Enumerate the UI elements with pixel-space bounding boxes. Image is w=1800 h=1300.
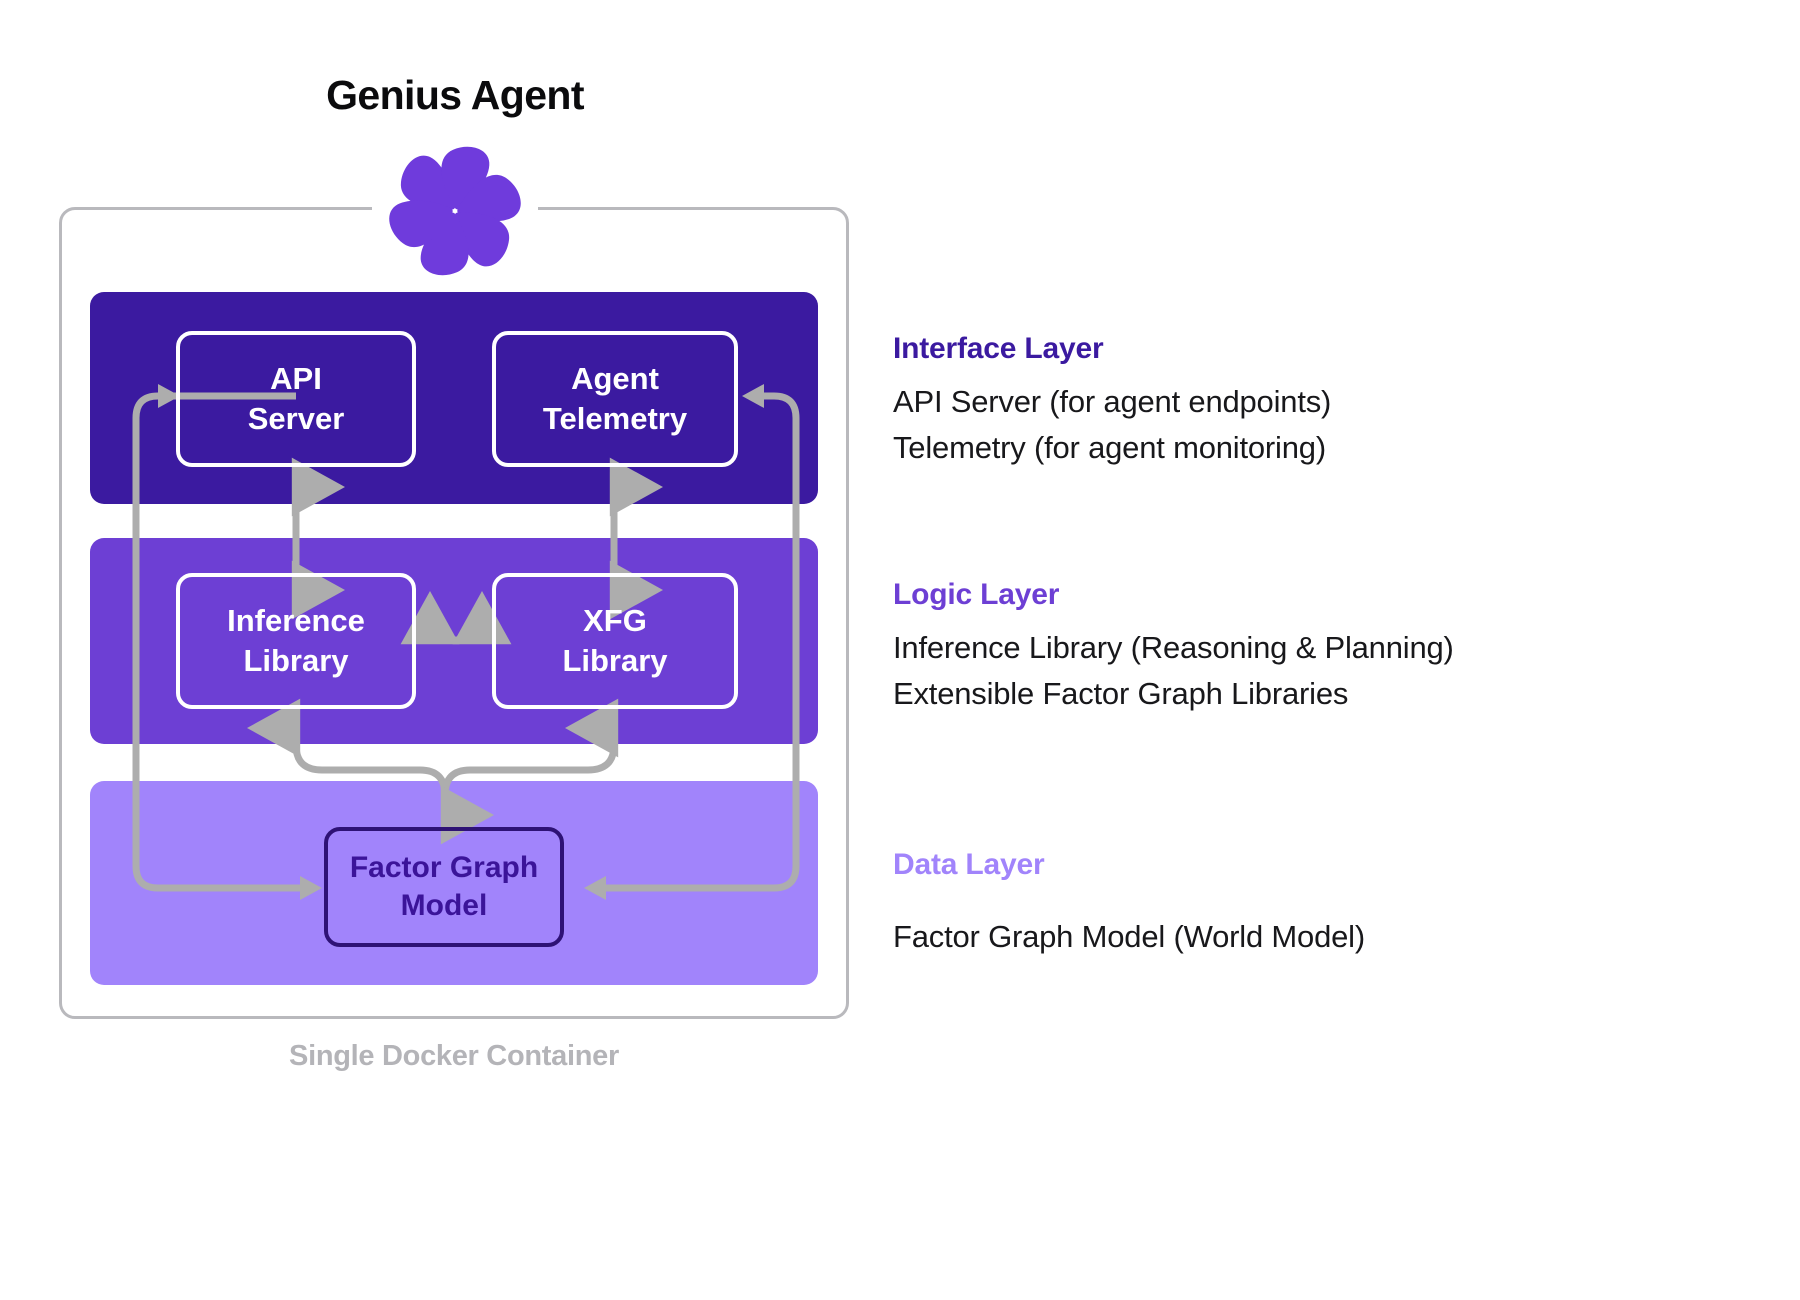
legend-interface-line2: Telemetry (for agent monitoring) xyxy=(893,429,1326,465)
node-factor-graph-model-line1: Factor Graph xyxy=(349,850,539,884)
legend-data-line1: Factor Graph Model (World Model) xyxy=(893,919,1365,954)
legend-title-data: Data Layer xyxy=(893,848,1045,881)
node-xfg-library-line1: XFG xyxy=(583,603,647,639)
legend-group-data: Data Layer Factor Graph Model (World Mod… xyxy=(893,848,1753,960)
genius-flower-logo-icon xyxy=(381,137,529,285)
legend-logic-line1: Inference Library (Reasoning & Planning) xyxy=(893,630,1454,665)
node-agent-telemetry-line1: Agent xyxy=(571,361,659,397)
legend-title-logic: Logic Layer xyxy=(893,578,1060,611)
legend-logic-line2: Extensible Factor Graph Libraries xyxy=(893,675,1349,711)
node-api-server[interactable]: API Server xyxy=(176,331,416,467)
node-factor-graph-model-line2: Model xyxy=(400,889,488,922)
node-xfg-library-line2: Library xyxy=(562,643,668,678)
node-factor-graph-model[interactable]: Factor Graph Model xyxy=(324,827,564,947)
legend-title-interface: Interface Layer xyxy=(893,332,1104,365)
legend-group-interface: Interface Layer API Server (for agent en… xyxy=(893,332,1753,470)
page-title: Genius Agent xyxy=(326,72,584,118)
node-inference-library[interactable]: Inference Library xyxy=(176,573,416,709)
node-api-server-line2: Server xyxy=(247,401,345,436)
docker-container-caption: Single Docker Container xyxy=(289,1040,619,1072)
node-inference-library-line1: Inference xyxy=(227,603,365,639)
legend-group-logic: Logic Layer Inference Library (Reasoning… xyxy=(893,578,1753,716)
node-inference-library-line2: Library xyxy=(243,643,349,678)
legend-interface-line1: API Server (for agent endpoints) xyxy=(893,384,1332,419)
legend-panel: Interface Layer API Server (for agent en… xyxy=(893,0,1753,1300)
diagram-canvas: Genius Agent API Server Agent Telemetry … xyxy=(0,0,1800,1300)
node-agent-telemetry[interactable]: Agent Telemetry xyxy=(492,331,738,467)
node-agent-telemetry-line2: Telemetry xyxy=(542,401,688,436)
node-xfg-library[interactable]: XFG Library xyxy=(492,573,738,709)
node-api-server-line1: API xyxy=(270,361,322,397)
